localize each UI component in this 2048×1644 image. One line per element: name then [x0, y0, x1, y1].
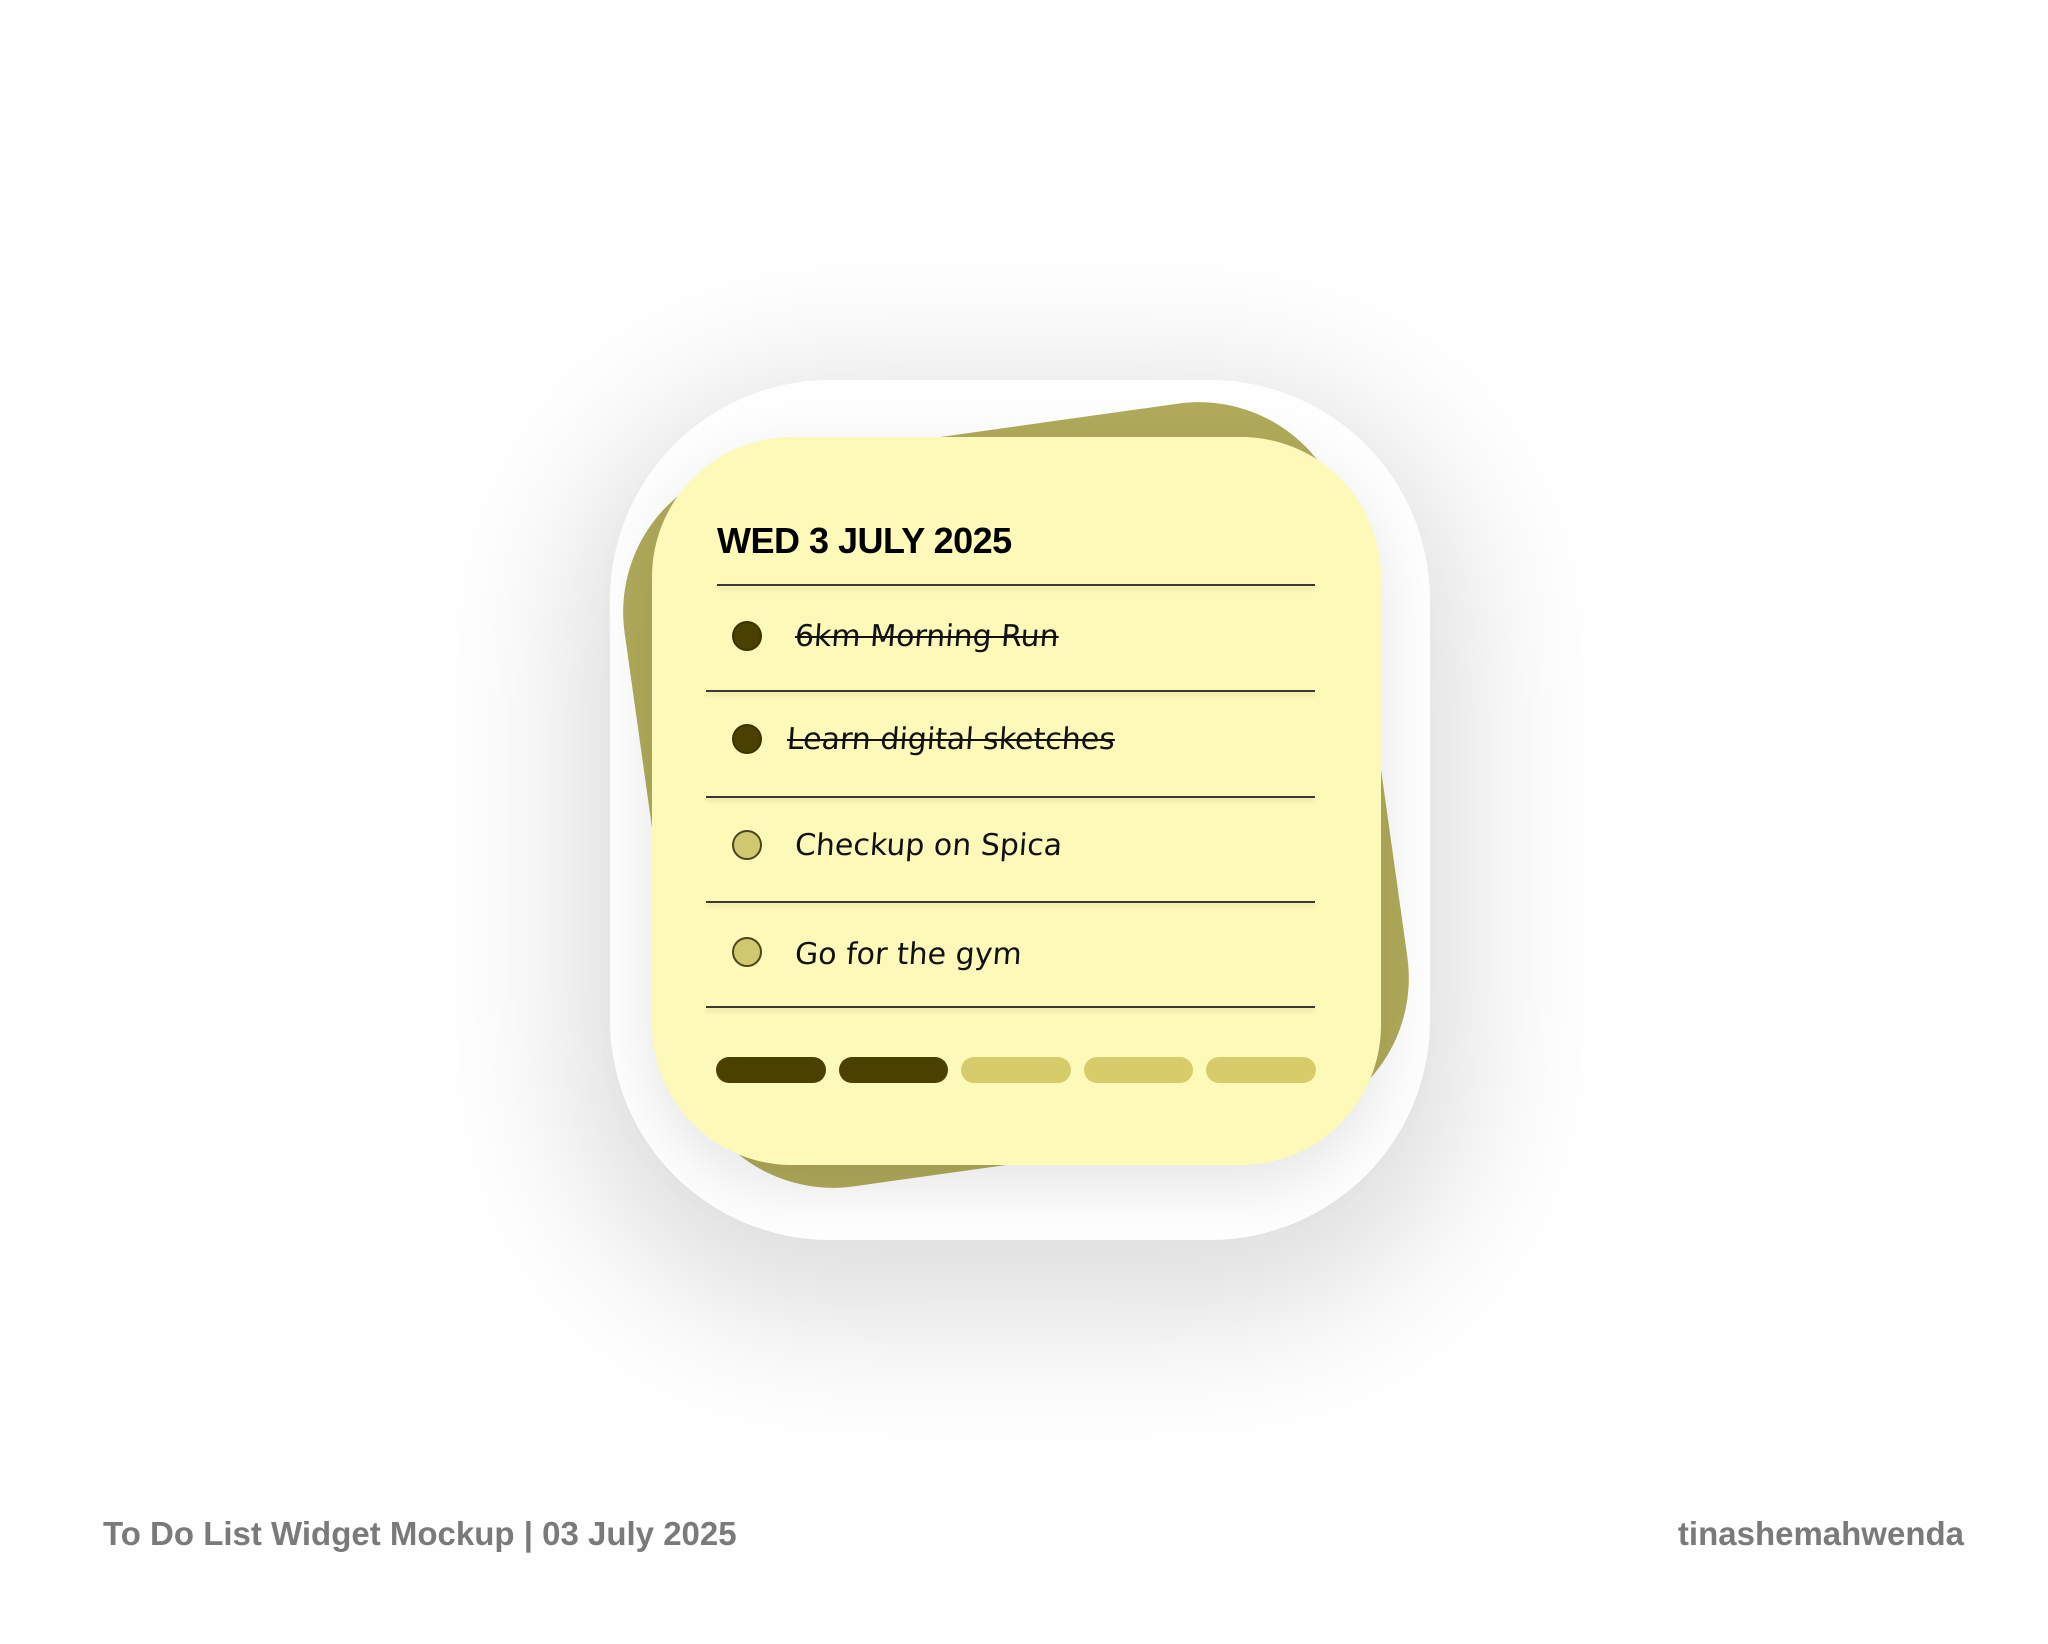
divider: [706, 796, 1315, 798]
task-label: Go for the gym: [793, 937, 1023, 972]
divider: [706, 690, 1315, 692]
task-checkbox-checked[interactable]: [732, 621, 762, 651]
footer-author: tinashemahwenda: [1677, 1515, 1964, 1552]
progress-segment-filled: [838, 1057, 949, 1083]
progress-segment-empty: [961, 1057, 1071, 1083]
task-checkbox-unchecked[interactable]: [732, 830, 762, 860]
task-item[interactable]: 6km Morning Run: [707, 589, 1317, 693]
widget-date-title: WED 3 JULY 2025: [717, 520, 1012, 561]
divider: [706, 901, 1315, 903]
divider: [706, 1006, 1315, 1008]
progress-segment-empty: [1083, 1057, 1194, 1083]
divider: [717, 584, 1315, 586]
task-checkbox-unchecked[interactable]: [732, 937, 762, 967]
progress-bar: [716, 1057, 1316, 1083]
progress-segment-empty: [1206, 1057, 1316, 1083]
footer-caption: To Do List Widget Mockup | 03 July 2025: [103, 1515, 737, 1552]
task-item[interactable]: Checkup on Spica: [707, 800, 1317, 904]
task-item[interactable]: Learn digital sketches: [707, 694, 1317, 798]
task-label: 6km Morning Run: [793, 619, 1060, 654]
task-checkbox-checked[interactable]: [732, 724, 762, 754]
task-label: Learn digital sketches: [785, 722, 1117, 757]
task-item[interactable]: Go for the gym: [707, 905, 1317, 1009]
canvas: WED 3 JULY 2025 6km Morning Run Learn di…: [0, 0, 2048, 1644]
task-label: Checkup on Spica: [793, 828, 1064, 863]
progress-segment-filled: [716, 1057, 826, 1083]
